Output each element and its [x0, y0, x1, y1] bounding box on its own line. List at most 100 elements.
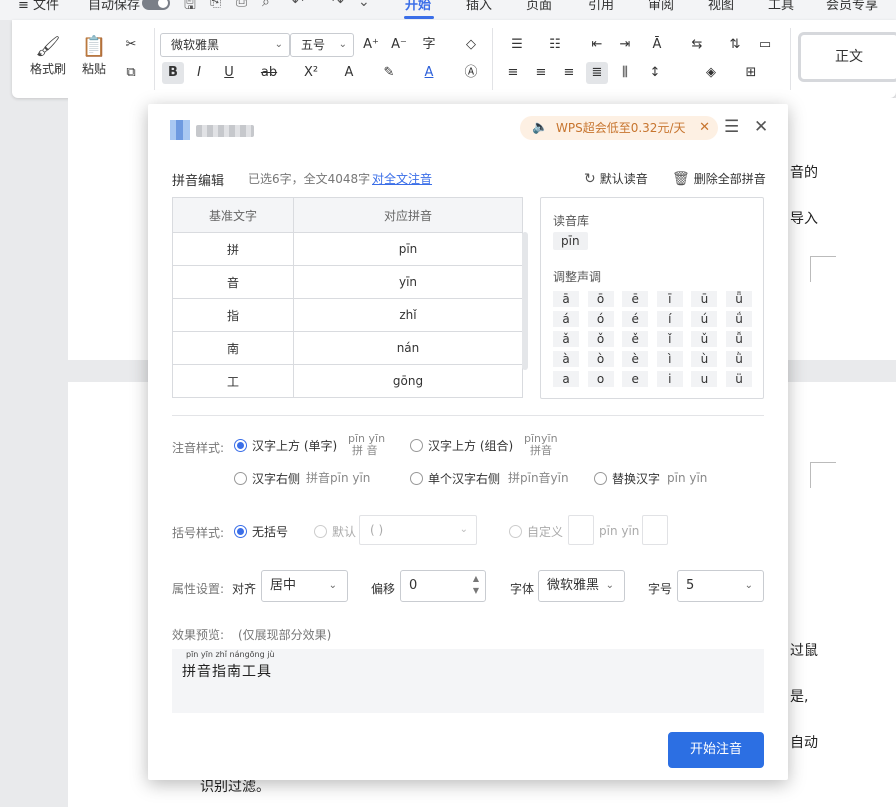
style-normal[interactable]: 正文	[798, 32, 896, 82]
text-effect-icon[interactable]: A	[338, 62, 360, 84]
clear-format-icon[interactable]: ◇	[460, 34, 482, 56]
tone-option[interactable]: ó	[587, 311, 614, 327]
phonetic-guide-icon[interactable]: 字	[418, 34, 440, 56]
align-select[interactable]: 居中 ⌄	[261, 570, 348, 602]
bracket-default-radio[interactable]: 默认	[314, 523, 356, 540]
tone-option[interactable]: ā	[553, 291, 579, 307]
stepper-arrows-icon[interactable]: ▲ ▼	[473, 573, 479, 597]
tone-option[interactable]: ù	[691, 351, 718, 367]
increase-indent-icon[interactable]: ⇥	[614, 34, 636, 56]
highlight-icon[interactable]: ✎	[378, 62, 400, 84]
bracket-custom-radio[interactable]: 自定义	[509, 523, 563, 540]
bracket-none-radio[interactable]: 无括号	[234, 523, 288, 540]
tab-insert[interactable]: 插入	[466, 0, 492, 13]
tone-option[interactable]: o	[587, 371, 614, 387]
table-row[interactable]: 音 yīn	[172, 265, 523, 299]
line-spacing-icon[interactable]: ↕	[644, 62, 666, 84]
tone-option[interactable]: í	[656, 311, 683, 327]
tone-option[interactable]: ī	[656, 291, 683, 307]
promo-close-icon[interactable]: ✕	[699, 116, 710, 140]
bracket-right-input[interactable]	[642, 515, 668, 545]
table-row[interactable]: 拼 pīn	[172, 232, 523, 266]
tone-option[interactable]: ò	[587, 351, 614, 367]
shading-icon[interactable]: ◈	[700, 62, 722, 84]
tone-option[interactable]: à	[553, 351, 579, 367]
distribute-icon[interactable]: ⫼	[614, 62, 636, 84]
tone-option[interactable]: ǐ	[656, 331, 683, 347]
sort-icon[interactable]: ⇅	[724, 34, 746, 56]
format-painter-button[interactable]: 🖌 格式刷	[28, 32, 68, 77]
tone-option[interactable]: ü	[726, 371, 752, 387]
superscript-icon[interactable]: X²	[300, 62, 322, 84]
numbered-list-icon[interactable]: ☷	[544, 34, 566, 56]
autosave-toggle[interactable]	[142, 0, 170, 10]
tab-page[interactable]: 页面	[526, 0, 552, 13]
pinyin-cell[interactable]: zhǐ	[293, 298, 523, 332]
tone-option[interactable]: è	[622, 351, 649, 367]
tone-option[interactable]: ě	[622, 331, 649, 347]
size-select[interactable]: 5 ⌄	[677, 570, 764, 602]
bracket-left-input[interactable]	[568, 515, 594, 545]
bracket-default-select[interactable]: ( ) ⌄	[359, 515, 477, 545]
text-direction-icon[interactable]: Ā	[646, 34, 668, 56]
tab-review[interactable]: 审阅	[648, 0, 674, 13]
align-right-icon[interactable]: ≡	[558, 62, 580, 84]
more-icon[interactable]: ⌄	[358, 0, 370, 10]
redo-icon[interactable]: ↷	[332, 0, 344, 10]
table-row[interactable]: 工 gōng	[172, 364, 523, 398]
bullet-list-icon[interactable]: ☰	[506, 34, 528, 56]
menu-file[interactable]: ≡ 文件	[18, 0, 59, 13]
italic-icon[interactable]: I	[188, 62, 210, 84]
decrease-indent-icon[interactable]: ⇤	[586, 34, 608, 56]
tone-option[interactable]: i	[656, 371, 683, 387]
style-replace-radio[interactable]: 替换汉字	[594, 470, 660, 487]
save-icon[interactable]: 🖫	[184, 0, 196, 18]
style-right-radio[interactable]: 汉字右侧	[234, 470, 300, 487]
style-above-single-radio[interactable]: 汉字上方 (单字)	[234, 437, 337, 454]
tab-tools[interactable]: 工具	[768, 0, 794, 13]
tone-option[interactable]: ǚ	[726, 331, 752, 347]
promo-banner[interactable]: 🔈 WPS超会低至0.32元/天 ✕	[520, 116, 718, 140]
bold-icon[interactable]: B	[162, 62, 184, 84]
menu-icon[interactable]: ☰	[724, 117, 739, 137]
tone-option[interactable]: ǘ	[726, 311, 752, 327]
strikethrough-icon[interactable]: ab	[258, 62, 280, 84]
tone-option[interactable]: ǜ	[726, 351, 752, 367]
close-icon[interactable]: ✕	[754, 117, 768, 137]
pinyin-cell[interactable]: yīn	[293, 265, 523, 299]
tone-option[interactable]: á	[553, 311, 579, 327]
shrink-font-icon[interactable]: A⁻	[388, 34, 410, 56]
tab-view[interactable]: 视图	[708, 0, 734, 13]
pinyin-cell[interactable]: gōng	[293, 364, 523, 398]
tone-option[interactable]: e	[622, 371, 649, 387]
tone-option[interactable]: ì	[656, 351, 683, 367]
table-row[interactable]: 南 nán	[172, 331, 523, 365]
borders-icon[interactable]: ⊞	[740, 62, 762, 84]
delete-all-button[interactable]: 🗑 删除全部拼音	[672, 170, 766, 187]
tab-member[interactable]: 会员专享	[826, 0, 878, 13]
justify-icon[interactable]: ≣	[586, 62, 608, 84]
show-marks-icon[interactable]: ▭	[754, 34, 776, 56]
font-select[interactable]: 微软雅黑 ⌄	[538, 570, 625, 602]
start-annotate-button[interactable]: 开始注音	[668, 732, 764, 768]
share-icon[interactable]: ⎘	[210, 0, 221, 10]
char-border-icon[interactable]: Ⓐ	[460, 62, 482, 84]
font-color-icon[interactable]: A	[418, 62, 440, 84]
tone-option[interactable]: ǒ	[587, 331, 614, 347]
sort-direction-icon[interactable]: ⇆	[686, 34, 708, 56]
tone-option[interactable]: ū	[691, 291, 718, 307]
cut-icon[interactable]: ✂	[120, 34, 142, 56]
offset-stepper[interactable]: 0 ▲ ▼	[400, 570, 486, 602]
paste-button[interactable]: 📋 粘贴	[76, 32, 112, 77]
print-icon[interactable]: ⎙	[236, 0, 247, 10]
preview-icon[interactable]: ⌕	[262, 0, 270, 10]
align-left-icon[interactable]: ≡	[502, 62, 524, 84]
copy-icon[interactable]: ⧉	[120, 62, 142, 84]
tone-option[interactable]: ǎ	[553, 331, 579, 347]
tone-option[interactable]: ǖ	[726, 291, 752, 307]
font-size-select[interactable]: 五号 ⌄	[290, 33, 354, 57]
font-name-select[interactable]: 微软雅黑 ⌄	[160, 33, 290, 57]
tone-option[interactable]: ē	[622, 291, 649, 307]
tab-home[interactable]: 开始	[405, 0, 431, 13]
grow-font-icon[interactable]: A⁺	[360, 34, 382, 56]
